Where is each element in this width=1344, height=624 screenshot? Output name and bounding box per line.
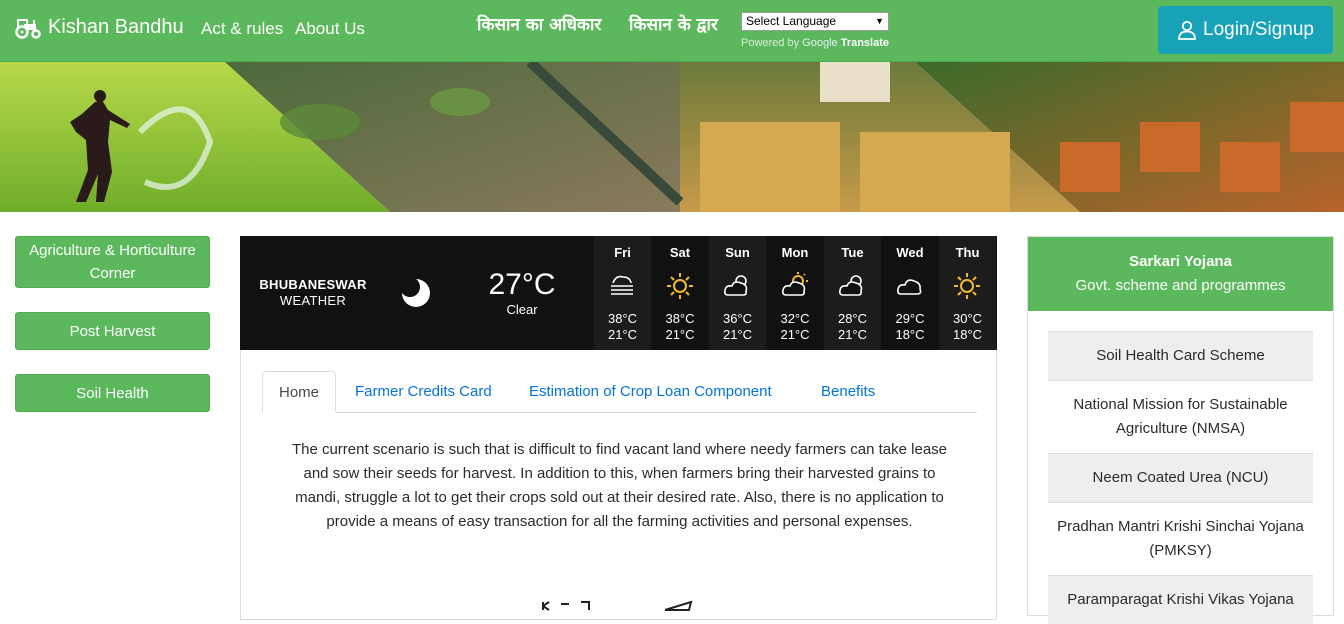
cloudy-sun-icon [724,275,748,296]
cloudy-sun-icon [839,275,863,296]
moon-icon [400,277,430,307]
tab-benefits[interactable]: Benefits [805,371,891,413]
forecast-day-name: Wed [896,245,924,260]
tractor-icon [15,18,41,39]
forecast-high: 30°C [952,311,983,326]
forecast-day: Mon 32°C 21°C [766,236,824,350]
login-signup-button[interactable]: Login/Signup [1158,6,1333,54]
fog-icon [611,275,633,295]
forecast-high: 29°C [895,311,925,326]
user-icon [1178,20,1196,40]
scheme-pkvy[interactable]: Paramparagat Krishi Vikas Yojana [1048,575,1313,624]
forecast-day: Sat 38°C 21°C [651,236,709,350]
current-condition: Clear [506,302,538,317]
weather-location: BHUBANESWAR WEATHER [248,277,378,309]
forecast-day: Fri 38°C 21°C [594,236,651,350]
hindi-slogan-2: किसान के द्वार [629,15,718,35]
nav-act-rules[interactable]: Act & rules [201,19,283,39]
forecast-day-name: Mon [781,245,809,260]
tab-home[interactable]: Home [262,371,337,413]
forecast-day: Tue 28°C 21°C [824,236,881,350]
tab-crop-loan-estimation[interactable]: Estimation of Crop Loan Component [513,371,788,413]
forecast-day-name: Sat [669,245,691,260]
scheme-soil-health-card[interactable]: Soil Health Card Scheme [1048,331,1313,380]
forecast-low: 21°C [837,327,868,342]
language-select[interactable]: Select Language ▼ [741,12,889,31]
dropdown-arrow-icon: ▼ [875,16,884,26]
forecast-day-name: Sun [725,245,750,260]
brand-link[interactable]: Kishan Bandhu [14,16,184,39]
forecast-day: Sun 36°C 21°C [709,236,766,350]
sun-icon [954,273,980,299]
forecast-low: 18°C [952,327,983,342]
hero-banner [0,62,1344,212]
partial-logo-image [542,600,693,611]
banner-collage-image [0,62,1344,212]
forecast-low: 21°C [722,327,753,342]
forecast-high: 32°C [780,311,810,326]
language-select-value: Select Language [746,14,837,28]
forecast-low: 21°C [607,327,638,342]
weather-label: WEATHER [279,293,347,308]
panel-title: Sarkari Yojana [1129,253,1232,270]
soil-health-button[interactable]: Soil Health [15,374,210,412]
current-temperature: 27°C [488,268,556,301]
content-panel: Home Farmer Credits Card Estimation of C… [240,350,997,620]
forecast-high: 36°C [722,311,753,326]
forecast-low: 18°C [895,327,925,342]
forecast-high: 28°C [837,311,868,326]
powered-by-google: Powered by Google Translate [741,37,889,49]
forecast-low: 21°C [665,327,695,342]
brand-name: Kishan Bandhu [48,16,184,38]
scheme-ncu[interactable]: Neem Coated Urea (NCU) [1048,453,1313,502]
forecast-high: 38°C [607,311,638,326]
agriculture-horticulture-button[interactable]: Agriculture & Horticulture Corner [15,236,210,288]
panel-header: Sarkari Yojana Govt. scheme and programm… [1028,237,1333,311]
forecast-high: 38°C [665,311,695,326]
partly-sunny-icon [781,272,808,296]
post-harvest-button[interactable]: Post Harvest [15,312,210,350]
login-label: Login/Signup [1203,19,1314,40]
cloud-icon [896,279,921,295]
scheme-pmksy[interactable]: Pradhan Mantri Krishi Sinchai Yojana (PM… [1048,502,1313,575]
forecast-day: Thu 30°C 18°C [939,236,996,350]
weather-city: BHUBANESWAR [259,277,367,292]
powered-by-text: Powered by [741,37,800,49]
weather-widget: BHUBANESWAR WEATHER 27°C Clear Fri 38°C 21… [240,236,997,350]
forecast-day: Wed 29°C 18°C [881,236,939,350]
tab-bar: Home Farmer Credits Card Estimation of C… [262,371,977,413]
forecast-day-name: Tue [841,245,864,260]
intro-paragraph: The current scenario is such that is dif… [291,441,948,530]
forecast-low: 21°C [780,327,810,342]
translate-link[interactable]: Translate [841,37,889,49]
tab-farmer-credits-card[interactable]: Farmer Credits Card [339,371,508,413]
panel-subtitle: Govt. scheme and programmes [1075,277,1286,294]
sarkari-yojana-panel: Sarkari Yojana Govt. scheme and programm… [1027,236,1334,624]
top-navbar: Kishan Bandhu Act & rules About Us किसान… [0,0,1344,62]
forecast-day-name: Thu [955,245,980,260]
scheme-nmsa[interactable]: National Mission for Sustainable Agricul… [1048,380,1313,453]
google-logo: Google [802,37,838,49]
hindi-slogan-1: किसान का अधिकार [477,15,602,35]
nav-about-us[interactable]: About Us [295,19,365,39]
sun-icon [666,273,693,299]
forecast-day-name: Fri [614,245,631,260]
